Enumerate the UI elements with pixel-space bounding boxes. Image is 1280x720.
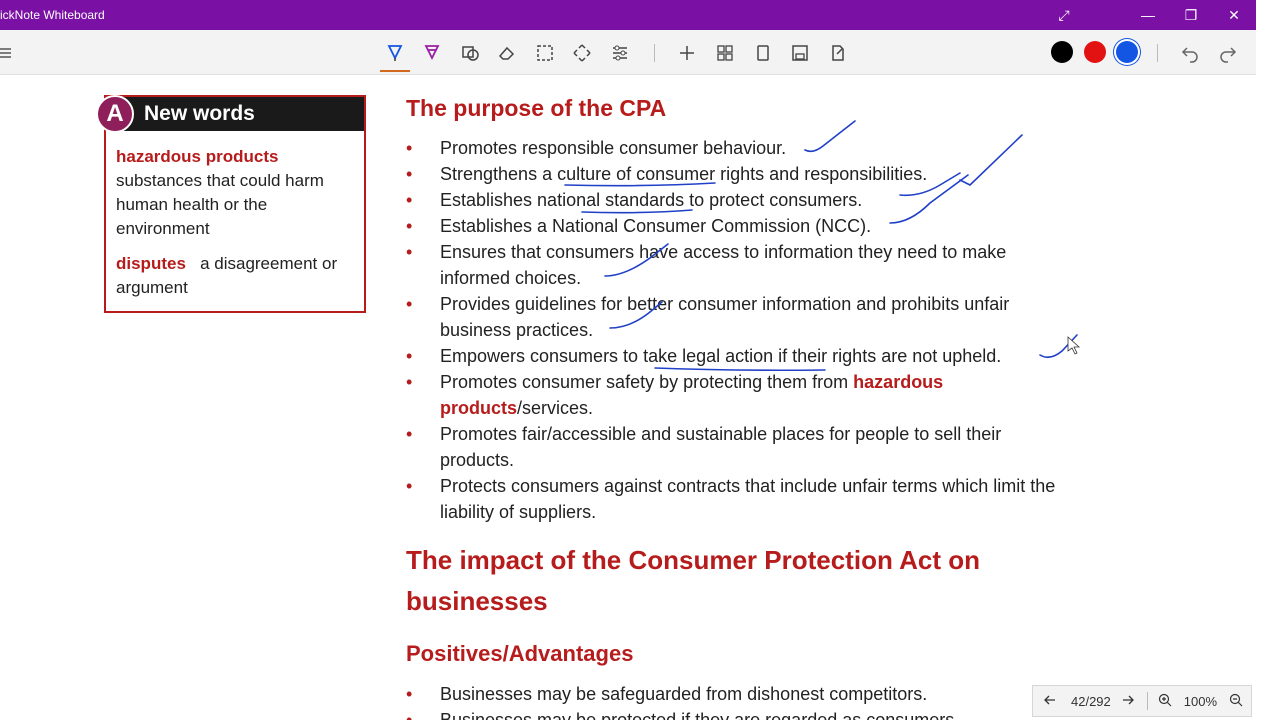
zoom-in-icon xyxy=(1158,693,1172,706)
pen-icon xyxy=(387,45,403,61)
cpa-purpose-list: Promotes responsible consumer behaviour.… xyxy=(406,135,1126,525)
export-icon xyxy=(832,45,844,61)
page-icon xyxy=(757,45,769,61)
minimize-icon: — xyxy=(1141,7,1155,23)
new-page-button[interactable] xyxy=(748,38,778,68)
settings-tool-button[interactable] xyxy=(605,38,635,68)
list-item: Strengthens a culture of consumer rights… xyxy=(406,161,1126,187)
export-button[interactable] xyxy=(823,38,853,68)
toolbar xyxy=(0,30,1256,75)
page-indicator: 42/292 xyxy=(1071,693,1111,709)
undo-button[interactable] xyxy=(1175,38,1205,68)
list-item: Promotes responsible consumer behaviour. xyxy=(406,135,1126,161)
highlighter-icon xyxy=(424,45,440,61)
prev-page-button[interactable] xyxy=(1041,693,1059,710)
list-item: Empowers consumers to take legal action … xyxy=(406,343,1126,369)
new-words-heading: New words xyxy=(106,97,364,131)
restore-button[interactable]: ❐ xyxy=(1171,0,1211,30)
eraser-icon xyxy=(498,46,515,60)
zoom-out-icon xyxy=(1229,693,1243,706)
list-item: Businesses may be safeguarded from disho… xyxy=(406,681,1126,707)
color-red-swatch[interactable] xyxy=(1084,41,1106,63)
impact-heading: The impact of the Consumer Protection Ac… xyxy=(406,545,980,616)
pan-tool-button[interactable] xyxy=(567,38,597,68)
app-title: ickNote Whiteboard xyxy=(0,8,105,22)
sliders-icon xyxy=(613,45,627,61)
toolbar-divider xyxy=(654,44,655,62)
zoom-level: 100% xyxy=(1183,693,1218,709)
glossary-entry: hazardous products substances that could… xyxy=(116,145,356,241)
glossary-term: hazardous products xyxy=(116,147,279,166)
toolbar-divider xyxy=(1157,44,1158,62)
restore-icon: ❐ xyxy=(1184,6,1198,23)
save-icon xyxy=(792,45,808,61)
pen-tool-button[interactable] xyxy=(380,38,410,68)
eraser-tool-button[interactable] xyxy=(492,38,522,68)
close-button[interactable]: ✕ xyxy=(1214,0,1254,30)
page-navigator: 42/292 100% xyxy=(1032,685,1252,717)
color-black-swatch[interactable] xyxy=(1051,41,1073,63)
expand-icon: ⤢ xyxy=(1058,6,1070,23)
positives-list: Businesses may be safeguarded from disho… xyxy=(406,681,1126,720)
whiteboard-canvas[interactable]: New words A hazardous products substance… xyxy=(0,75,1256,720)
positives-subheading: Positives/Advantages xyxy=(406,641,634,666)
menu-button[interactable] xyxy=(0,38,18,68)
glossary-term: disputes xyxy=(116,254,186,273)
list-item: Ensures that consumers have access to in… xyxy=(406,239,1046,291)
new-words-box: New words A hazardous products substance… xyxy=(96,95,366,313)
highlighter-tool-button[interactable] xyxy=(417,38,447,68)
arrow-right-icon xyxy=(1122,695,1134,704)
pager-divider xyxy=(1146,692,1148,710)
undo-icon xyxy=(1181,47,1198,63)
redo-button[interactable] xyxy=(1213,38,1243,68)
list-item: Establishes national standards to protec… xyxy=(406,187,1126,213)
list-item: Businesses may be protected if they are … xyxy=(406,707,1126,720)
lasso-tool-button[interactable] xyxy=(530,38,560,68)
list-item: Establishes a National Consumer Commissi… xyxy=(406,213,1126,239)
shapes-icon xyxy=(462,46,479,61)
title-bar: ickNote Whiteboard ⤢ — ❐ ✕ xyxy=(0,0,1256,30)
grid-button[interactable] xyxy=(710,38,740,68)
list-item: Protects consumers against contracts tha… xyxy=(406,473,1106,525)
glossary-definition: substances that could harm human health … xyxy=(116,171,324,238)
fullscreen-button[interactable]: ⤢ xyxy=(1044,0,1084,30)
shapes-tool-button[interactable] xyxy=(455,38,485,68)
add-button[interactable] xyxy=(672,38,702,68)
list-item: Provides guidelines for better consumer … xyxy=(406,291,1066,343)
glossary-list: hazardous products substances that could… xyxy=(116,145,356,300)
window-edge xyxy=(1256,0,1280,720)
save-button[interactable] xyxy=(785,38,815,68)
arrow-left-icon xyxy=(1044,695,1055,704)
plus-icon xyxy=(680,46,694,60)
color-blue-swatch[interactable] xyxy=(1116,41,1138,63)
next-page-button[interactable] xyxy=(1121,693,1135,710)
hamburger-icon xyxy=(0,48,11,58)
section-badge: A xyxy=(96,95,134,133)
active-tool-indicator xyxy=(380,70,410,72)
list-item-text: Promotes consumer safety by protecting t… xyxy=(440,372,854,392)
cpa-purpose-heading: The purpose of the CPA xyxy=(406,95,667,121)
list-item: Promotes fair/accessible and sustainable… xyxy=(406,421,1006,473)
minimize-button[interactable]: — xyxy=(1128,0,1168,30)
list-item-text: /services. xyxy=(517,398,594,418)
grid-icon xyxy=(717,45,733,61)
zoom-out-button[interactable] xyxy=(1229,693,1243,710)
list-item: Promotes consumer safety by protecting t… xyxy=(406,369,1006,421)
close-icon: ✕ xyxy=(1228,6,1240,23)
glossary-entry: disputes a disagreement or argument xyxy=(116,252,356,300)
zoom-in-button[interactable] xyxy=(1158,693,1172,710)
lasso-select-icon xyxy=(537,45,553,61)
redo-icon xyxy=(1220,47,1237,63)
move-icon xyxy=(573,44,591,62)
